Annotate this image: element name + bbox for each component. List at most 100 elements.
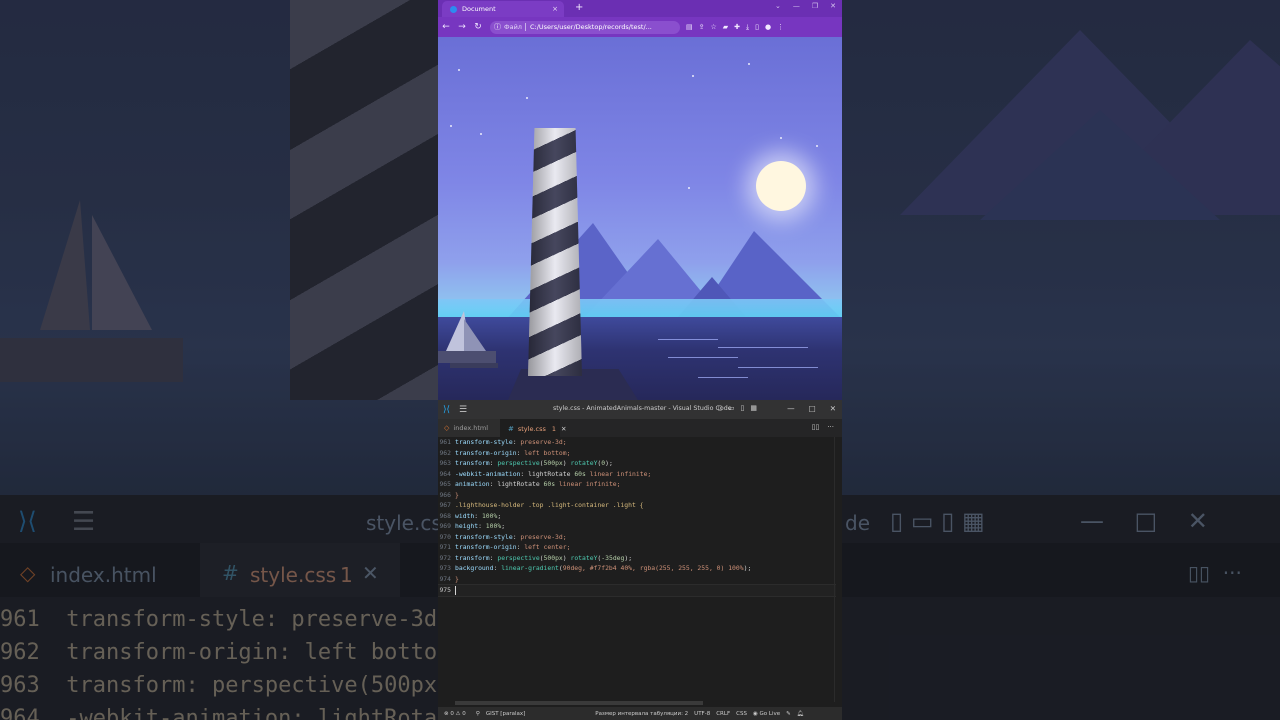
vscode-logo-icon: ⟩⟨ bbox=[443, 404, 451, 415]
editor-tabs: ◇ index.html # style.css 1 ✕ bbox=[438, 419, 842, 438]
wave bbox=[718, 347, 808, 348]
code-line: 963 transform: perspective(500px) rotateY… bbox=[439, 459, 613, 467]
new-tab-button[interactable]: + bbox=[575, 2, 583, 14]
webpage-lighthouse-scene bbox=[438, 37, 842, 400]
vscode-window-controls: — □ ✕ bbox=[787, 404, 836, 413]
star bbox=[748, 63, 750, 65]
vscode-window: ⟩⟨ ☰ style.css - AnimatedAnimals-master … bbox=[438, 400, 842, 720]
tab-index-html[interactable]: ◇ index.html bbox=[438, 419, 500, 437]
text-cursor bbox=[455, 586, 456, 595]
code-line: 968 width: 100%; bbox=[439, 511, 502, 520]
forward-icon[interactable]: → bbox=[454, 22, 470, 32]
code-line-current: 975 bbox=[438, 584, 836, 597]
problems-status[interactable]: ⊗ 0 ⚠ 0 bbox=[444, 711, 466, 717]
code-line: 966} bbox=[439, 490, 459, 499]
share-icon[interactable]: ⇪ bbox=[699, 23, 705, 32]
more-actions-icon[interactable]: ··· bbox=[827, 423, 834, 431]
restore-icon[interactable]: ❐ bbox=[812, 2, 818, 10]
code-line: 967 .lighthouse-holder .top .light-contai… bbox=[439, 501, 644, 509]
star bbox=[450, 125, 452, 127]
moon bbox=[756, 161, 806, 211]
toggle-secondary-sidebar-icon[interactable]: ▯ bbox=[740, 404, 744, 412]
code-line: 961 transform-style: preserve-3d; bbox=[439, 438, 567, 446]
extensions-icon[interactable]: ✚ bbox=[734, 23, 740, 32]
close-icon[interactable]: ✕ bbox=[830, 404, 836, 413]
indent-status[interactable]: Размер интервала табуляции: 2 bbox=[595, 711, 688, 717]
split-editor-icon[interactable]: ▯▯ bbox=[812, 423, 820, 431]
browser-toolbar: ← → ↻ ⓘ Файл C:/Users/user/Desktop/recor… bbox=[438, 17, 842, 37]
html-file-icon: ◇ bbox=[444, 424, 450, 432]
star bbox=[480, 133, 482, 135]
bookmark-star-icon[interactable]: ☆ bbox=[711, 23, 717, 32]
reload-icon[interactable]: ↻ bbox=[470, 22, 486, 32]
editor-actions: ▯▯ ··· bbox=[812, 423, 834, 431]
lighthouse-shade bbox=[528, 128, 582, 376]
toggle-sidebar-icon[interactable]: ▯ bbox=[718, 404, 722, 412]
tab-close-icon[interactable]: × bbox=[552, 5, 558, 13]
code-line: 970 transform-style: preserve-3d; bbox=[439, 532, 567, 541]
browser-menu-icon[interactable]: ⋮ bbox=[777, 23, 784, 32]
browser-tab[interactable]: Document × bbox=[442, 1, 564, 17]
download-icon[interactable]: ⤓ bbox=[746, 23, 749, 32]
maximize-icon[interactable]: □ bbox=[809, 404, 816, 413]
vscode-titlebar: ⟩⟨ ☰ style.css - AnimatedAnimals-master … bbox=[438, 400, 842, 419]
branch-icon: ⚲ bbox=[475, 710, 480, 717]
window-title: style.css - AnimatedAnimals-master - Vis… bbox=[553, 405, 732, 412]
sidepanel-icon[interactable]: ▯ bbox=[755, 23, 759, 32]
tab-style-css[interactable]: # style.css 1 ✕ bbox=[500, 419, 566, 438]
site-info-icon[interactable]: ⓘ bbox=[494, 22, 501, 32]
customize-layout-icon[interactable]: ▦ bbox=[750, 404, 757, 412]
code-line: 974} bbox=[439, 574, 459, 583]
vertical-scrollbar[interactable] bbox=[834, 437, 842, 702]
eol-status[interactable]: CRLF bbox=[716, 711, 730, 717]
horizontal-scrollbar[interactable] bbox=[455, 701, 703, 705]
wave bbox=[658, 339, 718, 340]
cast-icon[interactable]: ▰ bbox=[723, 23, 728, 32]
tab-label: style.css bbox=[517, 425, 546, 433]
menu-icon[interactable]: ☰ bbox=[459, 405, 467, 415]
encoding-status[interactable]: UTF-8 bbox=[694, 711, 710, 717]
star bbox=[688, 187, 690, 189]
translate-icon[interactable]: ▤ bbox=[686, 23, 693, 32]
css-file-icon: # bbox=[508, 425, 514, 433]
feedback-icon[interactable]: ✎ bbox=[786, 711, 791, 717]
code-line: 962 transform-origin: left bottom; bbox=[439, 448, 571, 457]
address-scheme: Файл bbox=[504, 23, 522, 31]
notifications-bell-icon[interactable]: 🔔︎ bbox=[797, 711, 804, 717]
profile-avatar[interactable]: ● bbox=[765, 23, 771, 32]
close-window-icon[interactable]: ✕ bbox=[830, 2, 836, 10]
tab-label: index.html bbox=[453, 424, 489, 432]
code-editor[interactable]: 961 transform-style: preserve-3d; 962 tran… bbox=[438, 437, 842, 720]
code-line: 972 transform: perspective(500px) rotateY… bbox=[439, 553, 633, 562]
horizon-glow bbox=[438, 299, 842, 317]
address-separator bbox=[524, 23, 526, 31]
golive-status[interactable]: ◉ Go Live bbox=[753, 711, 780, 717]
star bbox=[458, 69, 460, 71]
toggle-panel-icon[interactable]: ▭ bbox=[728, 404, 735, 412]
address-url: C:/Users/user/Desktop/records/test/... bbox=[529, 23, 652, 31]
code-line: 965 animation: lightRotate 60s linear inf… bbox=[439, 480, 621, 488]
star bbox=[526, 97, 528, 99]
star bbox=[692, 75, 694, 77]
address-bar[interactable]: ⓘ Файл C:/Users/user/Desktop/records/tes… bbox=[490, 20, 680, 34]
boat-sail bbox=[464, 319, 486, 351]
minimize-icon[interactable]: — bbox=[793, 2, 800, 10]
star bbox=[780, 137, 782, 139]
browser-window-controls: ⌄ — ❐ ✕ bbox=[775, 2, 836, 10]
code-line: 964 -webkit-animation: lightRotate 60s li… bbox=[439, 469, 652, 478]
tab-search-icon[interactable]: ⌄ bbox=[775, 2, 781, 10]
layout-controls: ▯ ▭ ▯ ▦ bbox=[718, 404, 757, 412]
wave bbox=[668, 357, 738, 358]
wave bbox=[698, 377, 748, 378]
code-line: 969 height: 100%; bbox=[439, 522, 506, 530]
app-column: Document × + ⌄ — ❐ ✕ ← → ↻ ⓘ Файл C:/Use… bbox=[438, 0, 842, 720]
tab-close-icon[interactable]: ✕ bbox=[561, 425, 566, 433]
gist-status[interactable]: GIST [paralax] bbox=[486, 711, 525, 717]
boat-hull bbox=[450, 363, 498, 368]
page-favicon-icon bbox=[450, 5, 457, 13]
minimize-icon[interactable]: — bbox=[787, 404, 795, 413]
browser-tabbar: Document × + ⌄ — ❐ ✕ bbox=[438, 0, 842, 17]
language-status[interactable]: CSS bbox=[736, 711, 747, 717]
problem-count-badge: 1 bbox=[551, 425, 557, 433]
back-icon[interactable]: ← bbox=[438, 22, 454, 32]
